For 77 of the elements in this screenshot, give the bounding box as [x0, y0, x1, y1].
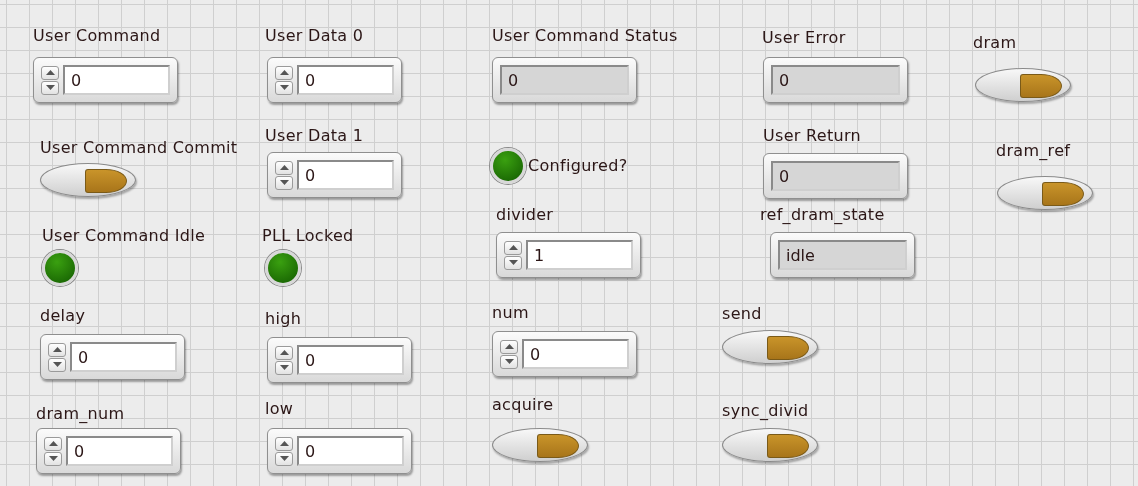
number-field[interactable]: 0	[297, 345, 404, 375]
control-label: delay	[40, 306, 86, 325]
toggle-switch[interactable]	[722, 428, 818, 462]
decrement-button[interactable]	[500, 354, 518, 369]
up-arrow-icon	[52, 347, 62, 352]
down-arrow-icon	[279, 85, 289, 90]
increment-button[interactable]	[275, 436, 293, 451]
number-field[interactable]: 0	[297, 65, 394, 95]
decrement-button[interactable]	[48, 357, 66, 372]
control-label: PLL Locked	[262, 226, 354, 245]
number-field[interactable]: 0	[297, 436, 404, 466]
number-field[interactable]: 0	[63, 65, 170, 95]
number-field[interactable]: 0	[297, 160, 394, 190]
decrement-button[interactable]	[275, 175, 293, 190]
up-arrow-icon	[48, 441, 58, 446]
up-arrow-icon	[504, 344, 514, 349]
increment-button[interactable]	[500, 339, 518, 354]
control-label: dram_num	[36, 404, 125, 423]
control-label: User Data 0	[265, 26, 364, 45]
up-arrow-icon	[279, 350, 289, 355]
number-field[interactable]: 0	[70, 342, 177, 372]
number-field[interactable]: 0	[66, 436, 173, 466]
control-label: high	[265, 309, 302, 328]
up-arrow-icon	[279, 441, 289, 446]
control-label: User Data 1	[265, 126, 364, 145]
decrement-button[interactable]	[275, 451, 293, 466]
decrement-button[interactable]	[275, 360, 293, 375]
down-arrow-icon	[279, 180, 289, 185]
toggle-switch[interactable]	[997, 176, 1093, 210]
indicator-field: 0	[771, 65, 900, 95]
control-label: User Command Commit	[40, 138, 238, 157]
indicator-field: 0	[771, 161, 900, 191]
control-label: send	[722, 304, 762, 323]
control-label: low	[265, 399, 294, 418]
number-field[interactable]: 1	[526, 240, 633, 270]
indicator-field: 0	[500, 65, 629, 95]
decrement-button[interactable]	[44, 451, 62, 466]
toggle-switch[interactable]	[975, 68, 1071, 102]
number-field[interactable]: 0	[522, 339, 629, 369]
control-label: User Command	[33, 26, 161, 45]
decrement-button[interactable]	[275, 80, 293, 95]
up-arrow-icon	[279, 165, 289, 170]
increment-button[interactable]	[275, 160, 293, 175]
control-label: User Command Status	[492, 26, 678, 45]
down-arrow-icon	[508, 260, 518, 265]
toggle-switch[interactable]	[722, 330, 818, 364]
down-arrow-icon	[48, 456, 58, 461]
control-label: User Error	[762, 28, 846, 47]
up-arrow-icon	[279, 70, 289, 75]
control-label: ref_dram_state	[760, 205, 885, 224]
control-label: Configured?	[528, 156, 628, 175]
control-label: acquire	[492, 395, 554, 414]
control-label: dram_ref	[996, 141, 1071, 160]
control-label: dram	[973, 33, 1017, 52]
increment-button[interactable]	[275, 345, 293, 360]
control-label: User Command Idle	[42, 226, 206, 245]
control-label: divider	[496, 205, 554, 224]
toggle-switch[interactable]	[40, 163, 136, 197]
control-label: User Return	[763, 126, 861, 145]
down-arrow-icon	[279, 456, 289, 461]
increment-button[interactable]	[504, 240, 522, 255]
down-arrow-icon	[52, 362, 62, 367]
increment-button[interactable]	[44, 436, 62, 451]
down-arrow-icon	[45, 85, 55, 90]
up-arrow-icon	[45, 70, 55, 75]
toggle-switch[interactable]	[492, 428, 588, 462]
increment-button[interactable]	[41, 65, 59, 80]
decrement-button[interactable]	[504, 255, 522, 270]
up-arrow-icon	[508, 245, 518, 250]
control-label: sync_divid	[722, 401, 809, 420]
decrement-button[interactable]	[41, 80, 59, 95]
indicator-field: idle	[778, 240, 907, 270]
down-arrow-icon	[504, 359, 514, 364]
increment-button[interactable]	[275, 65, 293, 80]
increment-button[interactable]	[48, 342, 66, 357]
control-label: num	[492, 303, 529, 322]
down-arrow-icon	[279, 365, 289, 370]
